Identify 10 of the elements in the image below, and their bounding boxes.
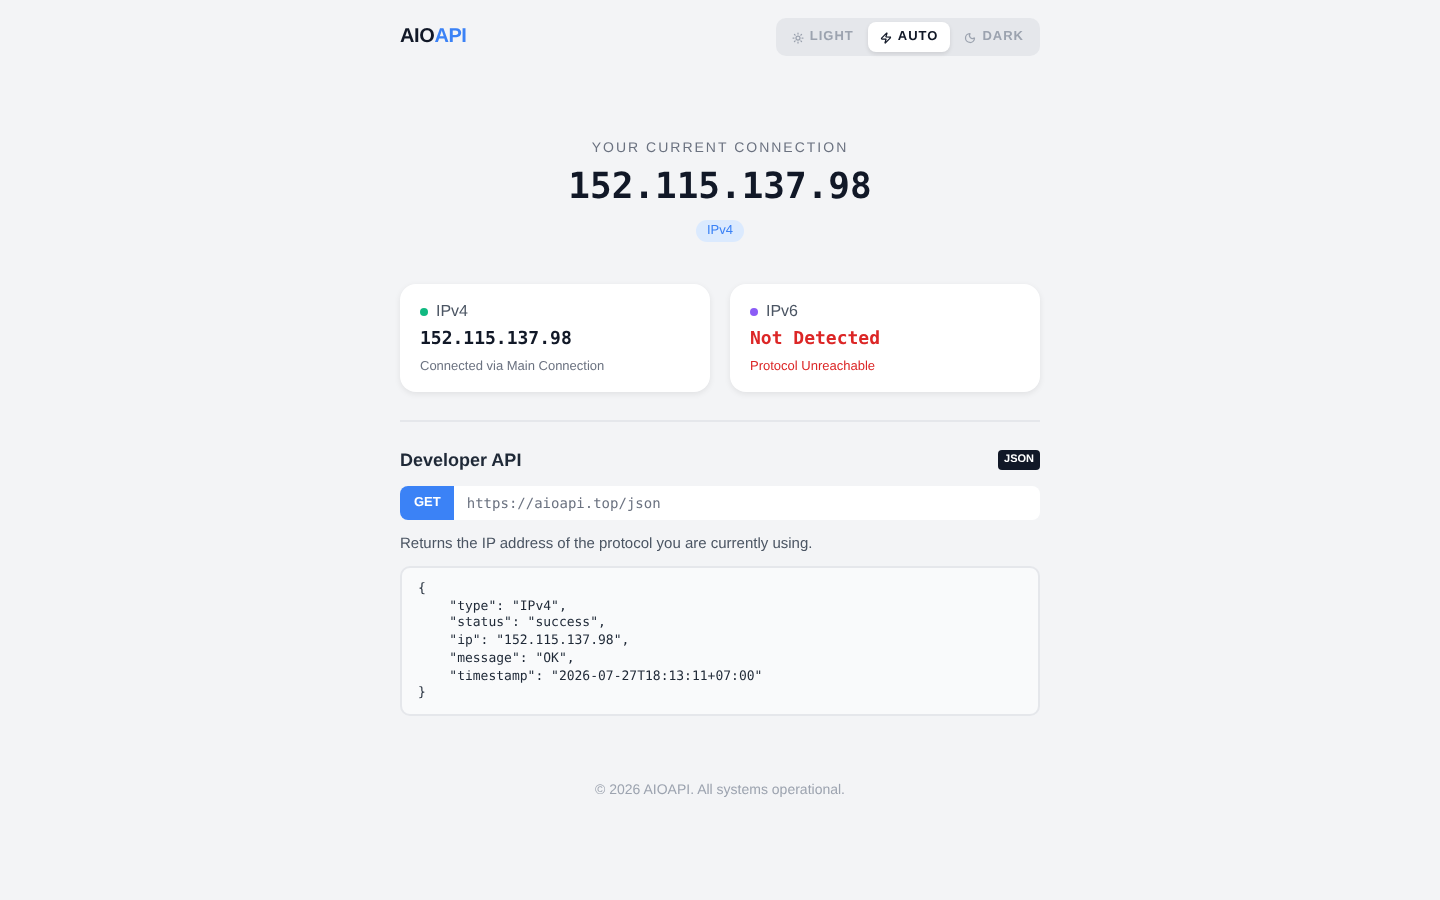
protocol-label: IPv6 (766, 302, 799, 320)
logo: AIOAPI (400, 26, 467, 48)
sun-icon (791, 31, 804, 43)
ip-address: 152.115.137.98 (568, 166, 872, 208)
protocol-value: 152.115.137.98 (420, 330, 574, 350)
protocol-label: IPv4 (436, 302, 469, 320)
moon-icon (964, 31, 977, 43)
api-title: Developer API (400, 450, 522, 470)
bolt-icon (879, 31, 892, 43)
protocol-value: Not Detected (750, 330, 883, 350)
